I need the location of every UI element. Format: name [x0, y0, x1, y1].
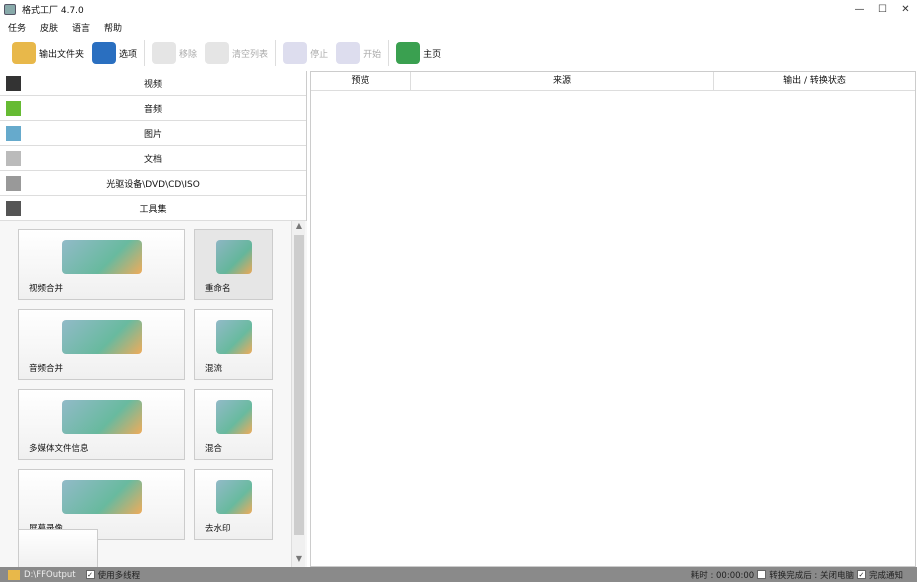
multithread-label: 使用多线程 [97, 570, 141, 581]
toolbar-button-label: 输出文件夹 [39, 49, 85, 60]
mux-icon [215, 320, 252, 354]
scroll-thumb[interactable] [294, 235, 304, 535]
category-label: 工具集 [139, 204, 167, 215]
video-icon [6, 75, 21, 91]
tool-label: 音频合并 [29, 364, 64, 374]
category-2[interactable]: 图片 [0, 121, 306, 146]
tool-label: 混流 [205, 364, 223, 374]
tool-label: 混合 [205, 444, 223, 454]
category-panel: 视频音频图片文档光驱设备\DVD\CD\ISO工具集 去水印屏幕录像混合多媒体文… [0, 71, 307, 567]
remove-watermark-icon [215, 480, 252, 514]
menu-language[interactable]: 语言 [72, 21, 90, 34]
toolbar-button-label: 移除 [179, 49, 198, 60]
remove-icon [152, 42, 177, 64]
category-label: 视频 [143, 79, 162, 90]
category-4[interactable]: 光驱设备\DVD\CD\ISO [0, 171, 306, 196]
toolbar-button-label: 选项 [119, 49, 138, 60]
category-0[interactable]: 视频 [0, 71, 306, 96]
document-icon [6, 150, 21, 166]
disc-drive-icon [6, 175, 21, 191]
toolbar-button-4[interactable]: 停止 [279, 39, 332, 67]
toolbar-button-0[interactable]: 输出文件夹 [8, 39, 88, 67]
menu-bar: 任务 皮肤 语言 帮助 [8, 20, 122, 35]
elapsed-time: 耗时 : 00:00:00 [690, 570, 755, 581]
category-1[interactable]: 音频 [0, 96, 306, 121]
toolbar-separator [388, 40, 390, 66]
toolbar-separator [144, 40, 146, 66]
tool-label: 重命名 [205, 284, 231, 294]
audio-merge-icon [61, 320, 142, 354]
toolbar-button-label: 停止 [310, 49, 329, 60]
menu-skin[interactable]: 皮肤 [40, 21, 58, 34]
multithread-checkbox[interactable]: ✓ [85, 570, 95, 579]
gear-icon [92, 42, 117, 64]
column-preview[interactable]: 预览 [311, 72, 411, 90]
tool-3[interactable]: 混流 [194, 309, 273, 380]
after-convert-checkbox[interactable] [757, 570, 767, 579]
rename-icon [215, 240, 252, 274]
status-bar: D:\FFOutput ✓ 使用多线程 耗时 : 00:00:00 转换完成后 … [0, 567, 917, 582]
tool-2[interactable]: 音频合并 [18, 309, 185, 380]
category-label: 图片 [143, 129, 162, 140]
menu-task[interactable]: 任务 [8, 21, 26, 34]
tool-7[interactable]: 去水印 [194, 469, 273, 540]
folder-icon [12, 42, 36, 64]
tools-icon [6, 200, 21, 216]
notify-checkbox[interactable]: ✓ [856, 570, 866, 579]
picture-icon [6, 125, 21, 141]
tool-label: 去水印 [205, 524, 231, 534]
title-bar: 格式工厂 4.7.0 — ☐ ✕ [0, 0, 917, 19]
close-button[interactable]: ✕ [894, 0, 917, 19]
column-source[interactable]: 来源 [411, 72, 714, 90]
toolbar-button-2[interactable]: 移除 [148, 39, 201, 67]
audio-icon [6, 100, 21, 116]
category-label: 光驱设备\DVD\CD\ISO [106, 179, 200, 190]
toolbar-button-label: 主页 [423, 49, 442, 60]
mix-icon [215, 400, 252, 434]
menu-help[interactable]: 帮助 [104, 21, 122, 34]
scroll-down-icon[interactable]: ▼ [292, 554, 306, 567]
tool-5[interactable]: 混合 [194, 389, 273, 460]
output-path[interactable]: D:\FFOutput [24, 570, 76, 580]
tool-label: 多媒体文件信息 [29, 444, 89, 454]
notify-label: 完成通知 [868, 570, 903, 581]
tool-0[interactable]: 视频合并 [18, 229, 185, 300]
folder-icon[interactable] [8, 569, 20, 580]
after-convert-label: 转换完成后 : 关闭电脑 [769, 570, 854, 581]
media-info-icon [61, 400, 142, 434]
minimize-button[interactable]: — [848, 0, 871, 19]
toolbar-button-6[interactable]: 主页 [392, 39, 445, 67]
toolbar-button-label: 清空列表 [232, 49, 269, 60]
category-label: 音频 [143, 104, 162, 115]
window-title: 格式工厂 4.7.0 [22, 6, 84, 16]
category-3[interactable]: 文档 [0, 146, 306, 171]
tools-panel: 去水印屏幕录像混合多媒体文件信息混流音频合并重命名视频合并 ▲ ▼ [0, 221, 307, 567]
category-label: 文档 [143, 154, 162, 165]
toolbar-button-1[interactable]: 选项 [88, 39, 141, 67]
column-output-status[interactable]: 输出 / 转换状态 [714, 72, 915, 90]
stop-icon [283, 42, 308, 64]
toolbar-button-3[interactable]: 清空列表 [201, 39, 272, 67]
tool-1[interactable]: 重命名 [194, 229, 273, 300]
maximize-button[interactable]: ☐ [871, 0, 894, 19]
toolbar-button-label: 开始 [363, 49, 382, 60]
clear-list-icon [205, 42, 230, 64]
toolbar-button-5[interactable]: 开始 [332, 39, 385, 67]
screen-record-icon [61, 480, 142, 514]
toolbar: 输出文件夹 选项 移除 清空列表 停止 开始 主页 [8, 38, 445, 68]
globe-icon [396, 42, 421, 64]
task-list: 预览 来源 输出 / 转换状态 [310, 71, 916, 567]
scroll-up-icon[interactable]: ▲ [292, 221, 306, 234]
tool-label: 视频合并 [29, 284, 64, 294]
tool-4[interactable]: 多媒体文件信息 [18, 389, 185, 460]
toolbar-separator [275, 40, 277, 66]
start-icon [336, 42, 361, 64]
app-icon [4, 4, 16, 15]
scrollbar[interactable]: ▲ ▼ [291, 221, 305, 567]
category-5[interactable]: 工具集 [0, 196, 306, 221]
video-merge-icon [61, 240, 142, 274]
tool-partial[interactable] [18, 529, 98, 567]
